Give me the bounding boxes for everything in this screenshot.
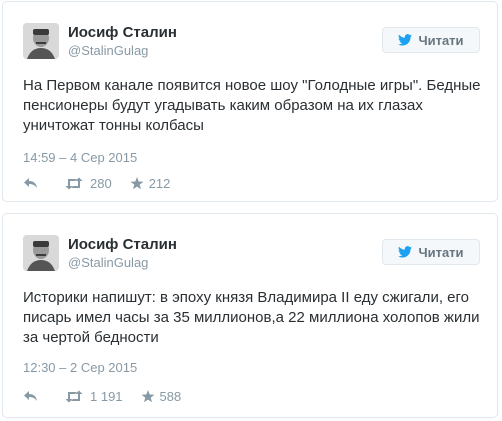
tweet-feed: Иосиф Сталин @StalinGulag Читати На Перв… [0, 0, 502, 421]
reply-icon [24, 391, 37, 401]
follow-button[interactable]: Читати [382, 239, 480, 265]
star-icon [141, 389, 155, 402]
tweet-timestamp[interactable]: 12:30 – 2 Сер 2015 [23, 360, 137, 375]
follow-button[interactable]: Читати [382, 27, 480, 53]
author-name[interactable]: Иосиф Сталин [68, 24, 177, 41]
reply-icon [24, 178, 37, 188]
follow-label: Читати [418, 32, 464, 48]
tweet-card: Иосиф Сталин @StalinGulag Читати Историк… [2, 213, 498, 418]
reply-button[interactable] [23, 390, 45, 402]
reply-button[interactable] [23, 177, 45, 189]
tweet-card: Иосиф Сталин @StalinGulag Читати На Перв… [2, 1, 498, 202]
favorite-count: 212 [148, 175, 171, 191]
twitter-bird-icon [398, 34, 413, 46]
tweet-text: Историки напишут: в эпоху князя Владимир… [23, 289, 480, 346]
star-icon [130, 176, 144, 189]
avatar[interactable] [23, 235, 59, 271]
favorite-button[interactable]: 588 [141, 388, 182, 404]
tweet-actions: 1 191 588 [23, 387, 181, 405]
retweet-count: 280 [90, 175, 112, 191]
tweet-timestamp[interactable]: 14:59 – 4 Сер 2015 [23, 150, 137, 165]
retweet-button[interactable]: 1 191 [64, 389, 123, 404]
tweet-text: На Первом канале появится новое шоу "Гол… [23, 77, 481, 134]
retweet-count: 1 191 [90, 388, 123, 404]
author-name[interactable]: Иосиф Сталин [68, 236, 177, 253]
author-handle[interactable]: @StalinGulag [68, 43, 148, 58]
retweet-icon [65, 390, 83, 402]
retweet-icon [65, 177, 83, 189]
twitter-bird-icon [398, 246, 413, 258]
tweet-actions: 280 212 [23, 174, 170, 192]
follow-label: Читати [418, 244, 464, 260]
retweet-button[interactable]: 280 [64, 176, 112, 191]
favorite-button[interactable]: 212 [130, 175, 171, 191]
favorite-count: 588 [159, 388, 182, 404]
author-handle[interactable]: @StalinGulag [68, 255, 148, 270]
avatar[interactable] [23, 23, 59, 59]
